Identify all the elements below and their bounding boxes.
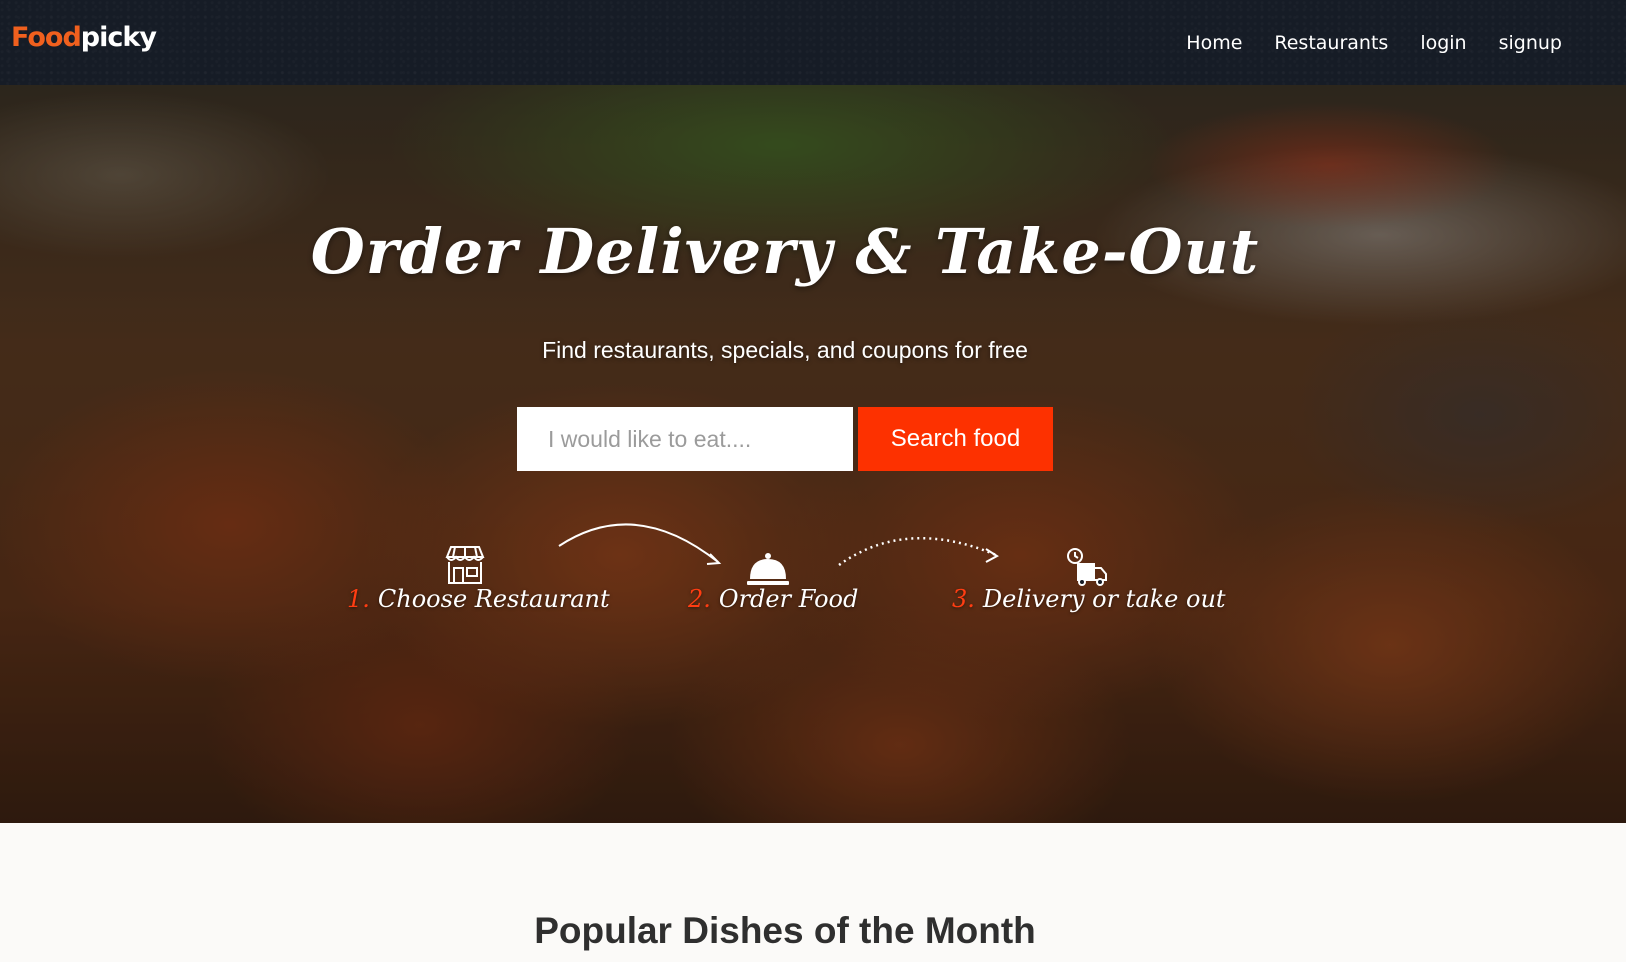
hero-title: Order Delivery & Take-Out bbox=[310, 215, 1260, 288]
storefront-icon bbox=[445, 546, 485, 584]
food-search-input[interactable] bbox=[517, 407, 853, 471]
step-number: 2. bbox=[688, 585, 711, 613]
step-delivery-takeout: 3. Delivery or take out bbox=[952, 585, 1226, 613]
hero-banner: Order Delivery & Take-Out Find restauran… bbox=[0, 85, 1626, 823]
step-arrow-dotted bbox=[838, 536, 999, 567]
step-label-text: Choose Restaurant bbox=[377, 585, 610, 613]
top-navbar: Foodpicky Home Restaurants login signup bbox=[0, 0, 1626, 85]
popular-dishes-heading: Popular Dishes of the Month bbox=[534, 910, 1036, 951]
nav-links: Home Restaurants login signup bbox=[1186, 0, 1562, 85]
nav-link-restaurants[interactable]: Restaurants bbox=[1274, 32, 1388, 54]
brand-logo-part-picky: picky bbox=[80, 22, 157, 53]
brand-logo[interactable]: Foodpicky bbox=[11, 22, 157, 53]
nav-link-home[interactable]: Home bbox=[1186, 32, 1242, 54]
delivery-truck-icon bbox=[1067, 548, 1107, 586]
step-label-text: Delivery or take out bbox=[982, 585, 1226, 613]
step-label-text: Order Food bbox=[718, 585, 859, 613]
step-order-food: 2. Order Food bbox=[688, 585, 858, 613]
hero-content: Order Delivery & Take-Out Find restauran… bbox=[0, 85, 1626, 823]
step-choose-restaurant: 1. Choose Restaurant bbox=[347, 585, 610, 613]
step-arrow-solid bbox=[558, 523, 722, 565]
nav-link-signup[interactable]: signup bbox=[1499, 32, 1562, 54]
search-food-button[interactable]: Search food bbox=[858, 407, 1053, 471]
step-number: 3. bbox=[952, 585, 975, 613]
nav-link-login[interactable]: login bbox=[1420, 32, 1466, 54]
brand-logo-part-food: Food bbox=[11, 22, 82, 53]
step-number: 1. bbox=[347, 585, 370, 613]
hero-subtitle: Find restaurants, specials, and coupons … bbox=[542, 337, 1028, 363]
